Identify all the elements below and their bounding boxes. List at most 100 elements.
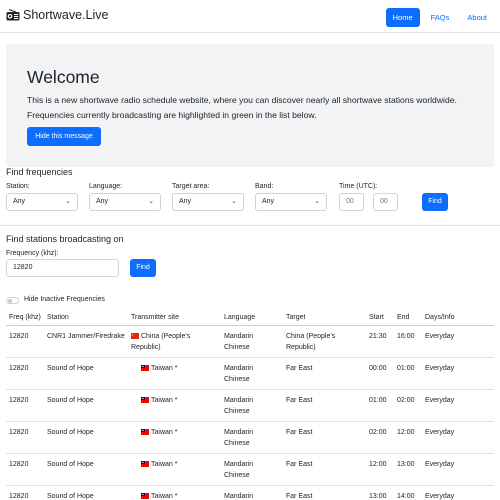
target-cell: Far East xyxy=(283,389,366,422)
site-name: Taiwan * xyxy=(151,493,178,500)
brand-name: Shortwave.Live xyxy=(23,8,109,22)
china-flag-icon xyxy=(131,333,139,339)
col-target: Target xyxy=(283,310,366,326)
band-label: Band: xyxy=(255,183,274,190)
site-name: Taiwan * xyxy=(151,461,178,468)
band-select[interactable]: Any ⌄ xyxy=(255,193,327,211)
target-area-select-value: Any xyxy=(179,198,192,205)
col-end: End xyxy=(394,310,422,326)
station-cell: CNR1 Jammer/Firedrake xyxy=(44,325,128,358)
nav-about[interactable]: About xyxy=(460,8,494,27)
target-cell: China (People's Republic) xyxy=(283,325,366,358)
target-cell: Far East xyxy=(283,485,366,500)
frequency-input[interactable]: 12820 xyxy=(6,259,119,277)
radio-icon xyxy=(6,9,20,21)
site-name: Taiwan * xyxy=(151,397,178,404)
taiwan-flag-icon xyxy=(141,493,149,499)
station-select-value: Any xyxy=(13,198,26,205)
table-row[interactable]: 12820 Sound of Hope Taiwan * Mandarin Ch… xyxy=(6,389,494,422)
find-stations-button[interactable]: Find xyxy=(130,259,156,277)
col-freq: Freq (khz) xyxy=(6,310,44,326)
taiwan-flag-icon xyxy=(141,365,149,371)
days-cell: Everyday xyxy=(422,325,494,358)
chevron-down-icon: ⌄ xyxy=(231,198,237,205)
station-cell: Sound of Hope xyxy=(44,357,128,390)
col-language: Language xyxy=(221,310,283,326)
language-label: Language: xyxy=(89,183,123,190)
chevron-down-icon: ⌄ xyxy=(65,198,71,205)
hide-inactive-label: Hide Inactive Frequencies xyxy=(24,296,105,303)
station-cell: Sound of Hope xyxy=(44,389,128,422)
time-to-input[interactable]: 00 xyxy=(373,193,398,211)
end-cell: 13:00 xyxy=(394,453,422,486)
language-cell: Mandarin Chinese xyxy=(221,485,283,500)
time-from-input[interactable]: 00 xyxy=(339,193,364,211)
site-cell: Taiwan * xyxy=(128,485,221,500)
language-cell: Mandarin Chinese xyxy=(221,389,283,422)
band-select-value: Any xyxy=(262,198,275,205)
end-cell: 02:00 xyxy=(394,389,422,422)
target-cell: Far East xyxy=(283,357,366,390)
language-select-value: Any xyxy=(96,198,109,205)
welcome-panel: Welcome This is a new shortwave radio sc… xyxy=(6,44,494,167)
start-cell: 02:00 xyxy=(366,421,394,454)
station-cell: Sound of Hope xyxy=(44,453,128,486)
target-area-select[interactable]: Any ⌄ xyxy=(172,193,244,211)
target-area-label: Target area: xyxy=(172,183,210,190)
language-cell: Mandarin Chinese xyxy=(221,453,283,486)
site-name: Taiwan * xyxy=(151,365,178,372)
end-cell: 16:00 xyxy=(394,325,422,358)
table-row[interactable]: 12820 Sound of Hope Taiwan * Mandarin Ch… xyxy=(6,485,494,500)
days-cell: Everyday xyxy=(422,357,494,390)
language-cell: Mandarin Chinese xyxy=(221,325,283,358)
site-name: Taiwan * xyxy=(151,429,178,436)
nav-faqs[interactable]: FAQs xyxy=(424,8,457,27)
site-cell: Taiwan * xyxy=(128,357,221,390)
chevron-down-icon: ⌄ xyxy=(148,198,154,205)
start-cell: 21:30 xyxy=(366,325,394,358)
table-row[interactable]: 12820 CNR1 Jammer/Firedrake China (Peopl… xyxy=(6,325,494,358)
nav-home[interactable]: Home xyxy=(385,8,420,27)
freq-cell: 12820 xyxy=(6,485,44,500)
freq-cell: 12820 xyxy=(6,357,44,390)
days-cell: Everyday xyxy=(422,389,494,422)
toggle-knob xyxy=(8,299,12,303)
col-start: Start xyxy=(366,310,394,326)
chevron-down-icon: ⌄ xyxy=(314,198,320,205)
col-station: Station xyxy=(44,310,128,326)
start-cell: 13:00 xyxy=(366,485,394,500)
days-cell: Everyday xyxy=(422,453,494,486)
navbar: Shortwave.Live Home FAQs About xyxy=(0,0,500,33)
start-cell: 01:00 xyxy=(366,389,394,422)
hide-inactive-toggle[interactable] xyxy=(6,297,19,304)
find-frequencies-title: Find frequencies xyxy=(6,167,73,177)
station-select[interactable]: Any ⌄ xyxy=(6,193,78,211)
frequency-label: Frequency (khz): xyxy=(6,250,59,257)
table-row[interactable]: 12820 Sound of Hope Taiwan * Mandarin Ch… xyxy=(6,453,494,486)
table-row[interactable]: 12820 Sound of Hope Taiwan * Mandarin Ch… xyxy=(6,421,494,454)
end-cell: 01:00 xyxy=(394,357,422,390)
hide-message-button[interactable]: Hide this message xyxy=(27,127,101,146)
start-cell: 00:00 xyxy=(366,357,394,390)
divider xyxy=(0,225,500,226)
site-cell: Taiwan * xyxy=(128,389,221,422)
find-frequencies-button[interactable]: Find xyxy=(422,193,448,211)
site-cell: China (People's Republic) xyxy=(128,325,221,358)
language-cell: Mandarin Chinese xyxy=(221,421,283,454)
brand-link[interactable]: Shortwave.Live xyxy=(6,8,108,22)
days-cell: Everyday xyxy=(422,421,494,454)
freq-cell: 12820 xyxy=(6,325,44,358)
end-cell: 14:00 xyxy=(394,485,422,500)
frequency-table: Freq (khz) Station Transmitter site Lang… xyxy=(6,310,494,500)
taiwan-flag-icon xyxy=(141,397,149,403)
freq-cell: 12820 xyxy=(6,389,44,422)
welcome-text: This is a new shortwave radio schedule w… xyxy=(27,95,457,120)
col-site: Transmitter site xyxy=(128,310,221,326)
start-cell: 12:00 xyxy=(366,453,394,486)
table-row[interactable]: 12820 Sound of Hope Taiwan * Mandarin Ch… xyxy=(6,357,494,390)
station-cell: Sound of Hope xyxy=(44,485,128,500)
language-select[interactable]: Any ⌄ xyxy=(89,193,161,211)
table-header-row: Freq (khz) Station Transmitter site Lang… xyxy=(6,310,494,326)
end-cell: 12:00 xyxy=(394,421,422,454)
language-cell: Mandarin Chinese xyxy=(221,357,283,390)
